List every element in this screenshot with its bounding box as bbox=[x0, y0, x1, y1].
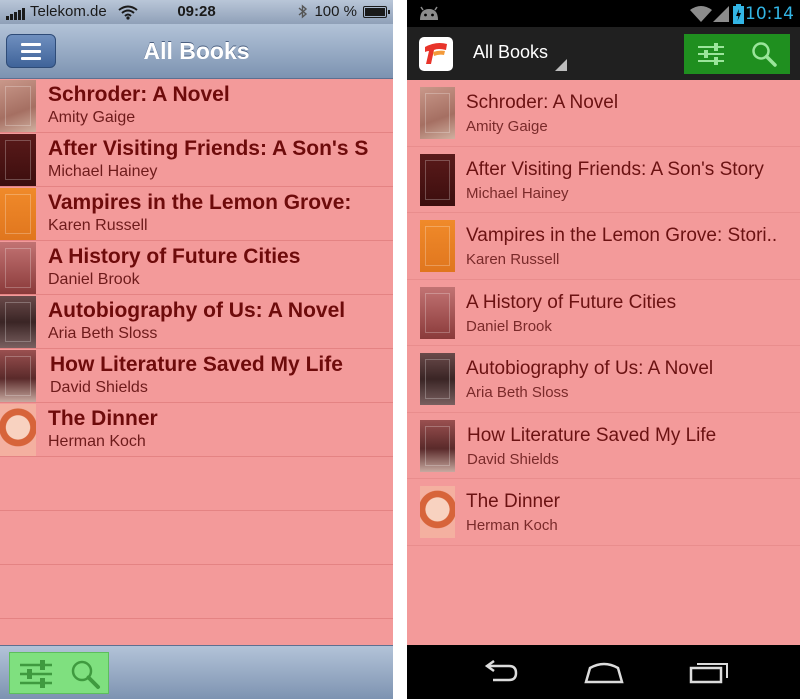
spinner-indicator-icon bbox=[555, 59, 567, 71]
search-icon[interactable] bbox=[68, 657, 102, 691]
home-icon[interactable] bbox=[582, 660, 626, 684]
page-title: All Books bbox=[143, 38, 250, 64]
ios-book-list: Schroder: A Novel Amity Gaige After Visi… bbox=[0, 79, 393, 619]
list-item[interactable]: Autobiography of Us: A Novel Aria Beth S… bbox=[0, 295, 393, 349]
sliders-icon bbox=[697, 43, 724, 65]
list-item[interactable]: The Dinner Herman Koch bbox=[407, 479, 800, 546]
book-title: Vampires in the Lemon Grove: bbox=[48, 191, 352, 214]
wifi-icon bbox=[690, 6, 712, 22]
book-author: Herman Koch bbox=[466, 517, 558, 534]
status-right: 100 % bbox=[298, 3, 390, 20]
book-cover bbox=[420, 87, 455, 139]
battery-icon bbox=[363, 5, 390, 18]
book-cover bbox=[420, 286, 455, 339]
list-item[interactable]: How Literature Saved My Life David Shiel… bbox=[0, 349, 393, 403]
book-title: Autobiography of Us: A Novel bbox=[48, 299, 346, 322]
list-item[interactable]: Autobiography of Us: A Novel Aria Beth S… bbox=[407, 346, 800, 413]
book-author: Aria Beth Sloss bbox=[48, 325, 158, 342]
list-item[interactable]: A History of Future Cities Daniel Brook bbox=[407, 280, 800, 346]
book-title: After Visiting Friends: A Son's S bbox=[48, 137, 369, 160]
sliders-icon[interactable] bbox=[16, 657, 56, 691]
book-author: Amity Gaige bbox=[466, 118, 548, 135]
book-cover bbox=[420, 220, 455, 272]
book-author: Aria Beth Sloss bbox=[466, 384, 569, 401]
android-screen: 10:14 All Books Schroder: A Novel Amity … bbox=[407, 0, 800, 699]
book-cover bbox=[0, 404, 36, 456]
book-author: Amity Gaige bbox=[48, 109, 136, 126]
list-item[interactable]: The Dinner Herman Koch bbox=[0, 403, 393, 457]
signal-icon bbox=[713, 6, 729, 22]
ios-screen: Telekom.de 09:28 100 % All Books Schrode… bbox=[0, 0, 393, 699]
ios-status-bar: Telekom.de 09:28 100 % bbox=[0, 0, 393, 24]
book-title: How Literature Saved My Life bbox=[50, 353, 343, 376]
book-title: Schroder: A Novel bbox=[466, 92, 619, 113]
list-item[interactable]: After Visiting Friends: A Son's S Michae… bbox=[0, 133, 393, 187]
back-icon[interactable] bbox=[479, 660, 519, 684]
android-status-bar: 10:14 bbox=[407, 0, 800, 27]
book-cover bbox=[0, 188, 36, 240]
toolbar-actions bbox=[9, 652, 109, 694]
app-icon[interactable] bbox=[419, 37, 453, 71]
search-button[interactable] bbox=[737, 34, 790, 74]
list-item[interactable]: A History of Future Cities Daniel Brook bbox=[0, 241, 393, 295]
book-author: Herman Koch bbox=[48, 433, 146, 450]
book-title: Autobiography of Us: A Novel bbox=[466, 358, 714, 379]
android-icon bbox=[420, 6, 438, 20]
empty-row bbox=[0, 511, 393, 565]
book-cover bbox=[420, 486, 455, 538]
book-title: Schroder: A Novel bbox=[48, 83, 230, 106]
search-icon bbox=[751, 42, 777, 67]
list-item[interactable]: Vampires in the Lemon Grove: Stori.. Kar… bbox=[407, 213, 800, 280]
book-author: Karen Russell bbox=[48, 217, 148, 234]
ios-navigation-bar: All Books bbox=[0, 24, 393, 79]
battery-icon bbox=[733, 4, 744, 24]
list-item[interactable]: How Literature Saved My Life David Shiel… bbox=[407, 413, 800, 479]
book-author: David Shields bbox=[467, 450, 559, 468]
book-cover bbox=[420, 353, 455, 405]
book-title: The Dinner bbox=[48, 407, 158, 430]
filter-button[interactable] bbox=[684, 34, 737, 74]
book-title: The Dinner bbox=[466, 491, 560, 512]
book-cover bbox=[0, 80, 36, 132]
page-title[interactable]: All Books bbox=[473, 42, 548, 63]
book-cover bbox=[0, 134, 36, 186]
app-logo-icon bbox=[425, 43, 447, 64]
ios-toolbar bbox=[0, 645, 393, 699]
book-title: A History of Future Cities bbox=[466, 291, 677, 313]
book-author: Michael Hainey bbox=[466, 184, 569, 202]
list-item[interactable]: Vampires in the Lemon Grove: Karen Russe… bbox=[0, 187, 393, 241]
recent-apps-icon[interactable] bbox=[689, 660, 729, 684]
panel-divider bbox=[393, 0, 407, 699]
action-buttons bbox=[684, 34, 790, 74]
android-book-list: Schroder: A Novel Amity Gaige After Visi… bbox=[407, 80, 800, 546]
book-author: Karen Russell bbox=[466, 251, 560, 268]
empty-row bbox=[0, 457, 393, 511]
list-item[interactable]: After Visiting Friends: A Son's Story Mi… bbox=[407, 147, 800, 213]
book-cover bbox=[420, 153, 455, 206]
book-cover bbox=[0, 350, 36, 402]
book-author: David Shields bbox=[50, 379, 148, 396]
book-cover bbox=[0, 242, 36, 294]
android-navigation-bar bbox=[407, 645, 800, 699]
book-author: Daniel Brook bbox=[466, 317, 552, 335]
book-author: Michael Hainey bbox=[48, 163, 158, 180]
status-time: 10:14 bbox=[745, 4, 794, 24]
bluetooth-icon bbox=[298, 4, 308, 19]
empty-row bbox=[0, 565, 393, 619]
book-title: Vampires in the Lemon Grove: Stori.. bbox=[466, 225, 778, 246]
list-item[interactable]: Schroder: A Novel Amity Gaige bbox=[407, 80, 800, 147]
list-item[interactable]: Schroder: A Novel Amity Gaige bbox=[0, 79, 393, 133]
book-title: After Visiting Friends: A Son's Story bbox=[466, 158, 764, 180]
book-title: How Literature Saved My Life bbox=[467, 424, 717, 446]
book-author: Daniel Brook bbox=[48, 271, 140, 288]
android-action-bar: All Books bbox=[407, 27, 800, 80]
book-cover bbox=[420, 419, 455, 472]
book-cover bbox=[0, 296, 36, 348]
book-title: A History of Future Cities bbox=[48, 245, 301, 268]
battery-percent: 100 % bbox=[314, 3, 357, 20]
